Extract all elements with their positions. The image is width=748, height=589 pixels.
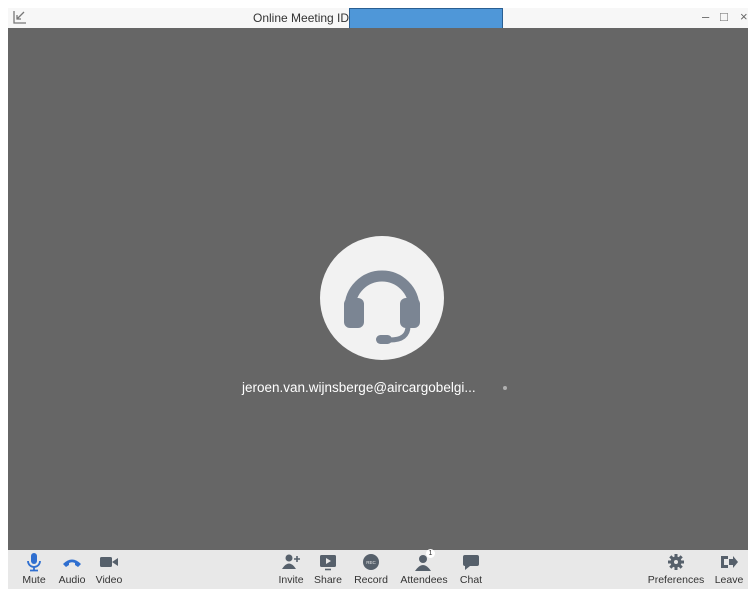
chat-button[interactable]: Chat xyxy=(457,550,485,589)
window-title: Online Meeting ID: xyxy=(253,11,353,25)
gear-icon xyxy=(668,554,684,570)
attendees-label: Attendees xyxy=(400,574,448,586)
audio-button[interactable]: Audio xyxy=(57,550,87,589)
video-button[interactable]: Video xyxy=(94,550,124,589)
share-button[interactable]: Share xyxy=(313,550,343,589)
record-icon: REC xyxy=(363,554,379,570)
record-icon-text: REC xyxy=(366,560,376,565)
participant-avatar xyxy=(320,236,444,360)
share-label: Share xyxy=(313,574,343,586)
meeting-id-field[interactable] xyxy=(349,8,503,29)
leave-button[interactable]: Leave xyxy=(714,550,744,589)
attendees-button[interactable]: 1 Attendees xyxy=(399,549,449,589)
video-label: Video xyxy=(95,574,123,586)
close-button[interactable]: × xyxy=(740,9,748,24)
invite-button[interactable]: Invite xyxy=(276,550,306,589)
minimize-to-corner-icon[interactable] xyxy=(12,9,28,25)
invite-label: Invite xyxy=(278,574,304,586)
maximize-button[interactable]: □ xyxy=(720,9,728,24)
phone-icon xyxy=(63,559,81,567)
share-screen-icon xyxy=(320,555,336,571)
preferences-button[interactable]: Preferences xyxy=(646,550,706,589)
record-label: Record xyxy=(354,574,388,586)
status-indicator xyxy=(503,386,507,390)
headset-icon xyxy=(344,270,420,344)
attendees-count-badge: 1 xyxy=(426,549,435,558)
audio-label: Audio xyxy=(58,574,86,586)
minimize-button[interactable]: – xyxy=(702,9,709,24)
video-camera-icon xyxy=(100,557,118,567)
add-user-icon xyxy=(282,554,300,569)
chat-icon xyxy=(463,555,479,570)
meeting-window: Online Meeting ID: – □ × jeroen.van.wijn… xyxy=(8,8,748,589)
participant-name: jeroen.van.wijnsberge@aircargobelgi... xyxy=(242,380,476,395)
mute-label: Mute xyxy=(22,574,46,586)
mute-button[interactable]: Mute xyxy=(20,550,48,589)
video-stage: jeroen.van.wijnsberge@aircargobelgi... xyxy=(8,28,748,550)
leave-icon xyxy=(721,556,738,568)
record-button[interactable]: REC Record xyxy=(353,550,389,589)
preferences-label: Preferences xyxy=(647,574,705,586)
meeting-toolbar: Mute Audio Video Invite Share REC Record… xyxy=(8,549,748,589)
chat-label: Chat xyxy=(459,574,483,586)
title-bar: Online Meeting ID: – □ × xyxy=(8,8,748,29)
leave-label: Leave xyxy=(714,574,744,586)
microphone-icon xyxy=(27,553,41,572)
